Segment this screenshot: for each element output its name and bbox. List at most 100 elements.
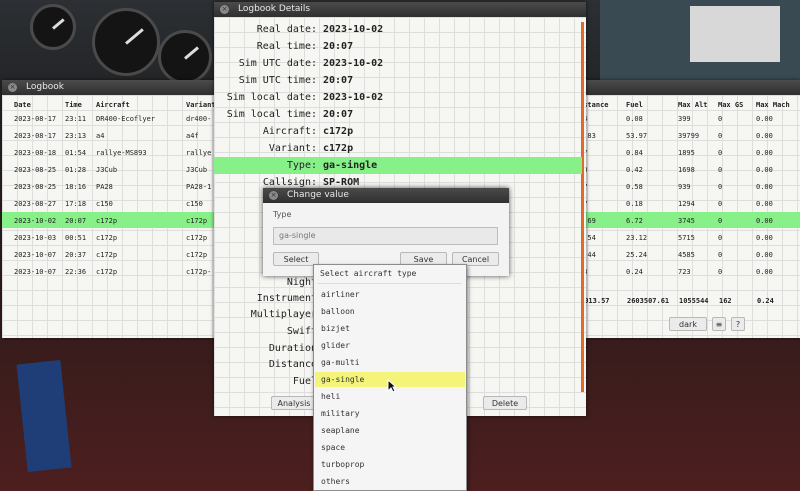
table-cell: 23.12 xyxy=(626,234,648,242)
table-cell: c172p xyxy=(96,217,118,225)
altimeter-gauge-icon xyxy=(92,8,160,76)
menu-item-turboprop[interactable]: turboprop xyxy=(315,457,465,472)
table-cell: 4585 xyxy=(678,251,695,259)
table-cell: 399 xyxy=(678,115,691,123)
table-cell: 2023-08-27 xyxy=(14,200,57,208)
table-cell: 0.00 xyxy=(756,166,773,174)
table-cell: 0 xyxy=(718,132,723,140)
table-cell: 3745 xyxy=(678,217,695,225)
menu-item-balloon[interactable]: balloon xyxy=(315,304,465,319)
menu-divider xyxy=(318,283,462,284)
table-cell: 0.00 xyxy=(756,217,773,225)
column-header: Max Mach xyxy=(756,101,790,109)
table-cell: 6.72 xyxy=(626,217,643,225)
table-cell: 0.00 xyxy=(756,183,773,191)
detail-label: Real time: xyxy=(256,41,317,52)
detail-row: Sim local date: 2023-10-02 xyxy=(214,89,582,106)
totals-cell: 2603507.61 xyxy=(627,297,670,305)
detail-value: c172p xyxy=(323,143,354,154)
detail-label: Instrument xyxy=(256,293,317,304)
table-cell: 939 xyxy=(678,183,691,191)
table-cell: 2023-10-07 xyxy=(14,268,57,276)
column-header: Max GS xyxy=(718,101,744,109)
type-field-label: Type xyxy=(273,210,292,219)
detail-row: Real date: 2023-10-02 xyxy=(214,21,582,38)
column-header: Max Alt xyxy=(678,101,708,109)
detail-row: Variant: c172p xyxy=(214,140,582,157)
detail-row: Sim UTC date: 2023-10-02 xyxy=(214,55,582,72)
table-cell: 0 xyxy=(718,234,723,242)
menu-item-bizjet[interactable]: bizjet xyxy=(315,321,465,336)
table-cell: 2023-08-25 xyxy=(14,166,57,174)
close-icon[interactable]: × xyxy=(8,83,17,92)
table-cell: 0.00 xyxy=(756,234,773,242)
menu-header: Select aircraft type xyxy=(320,269,417,278)
dark-mode-button[interactable]: dark xyxy=(669,317,707,331)
detail-value: 20:07 xyxy=(323,41,354,52)
delete-button[interactable]: Delete xyxy=(483,396,527,410)
list-button[interactable]: ≡ xyxy=(712,317,726,331)
table-cell: 22:36 xyxy=(65,268,87,276)
table-cell: 0.18 xyxy=(626,200,643,208)
table-cell: 39799 xyxy=(678,132,700,140)
clock-gauge-icon xyxy=(30,4,76,50)
detail-row: Aircraft: c172p xyxy=(214,123,582,140)
menu-item-space[interactable]: space xyxy=(315,440,465,455)
menu-item-ga-multi[interactable]: ga-multi xyxy=(315,355,465,370)
detail-value: ga-single xyxy=(323,160,378,171)
table-cell: 1698 xyxy=(678,166,695,174)
detail-label: Type: xyxy=(286,160,317,171)
menu-item-others[interactable]: others xyxy=(315,474,465,489)
column-header: Time xyxy=(65,101,82,109)
table-cell: DR400-Ecoflyer xyxy=(96,115,156,123)
detail-row: Sim UTC time: 20:07 xyxy=(214,72,582,89)
detail-label: Aircraft: xyxy=(262,126,317,137)
table-cell: 0.00 xyxy=(756,200,773,208)
table-cell: c172p xyxy=(96,251,118,259)
table-cell: 1895 xyxy=(678,149,695,157)
table-cell: 0 xyxy=(718,200,723,208)
totals-cell: 162 xyxy=(719,297,732,305)
table-cell: 20:37 xyxy=(65,251,87,259)
logbook-title: Logbook xyxy=(26,82,65,92)
detail-value: 2023-10-02 xyxy=(323,24,384,35)
close-icon[interactable]: × xyxy=(269,191,278,200)
table-cell: 0.00 xyxy=(756,132,773,140)
help-button[interactable]: ? xyxy=(731,317,745,331)
table-cell: 0.58 xyxy=(626,183,643,191)
detail-value: 2023-10-02 xyxy=(323,58,384,69)
details-titlebar[interactable]: × Logbook Details xyxy=(214,2,586,17)
close-icon[interactable]: × xyxy=(220,5,229,14)
totals-cell: 1055544 xyxy=(679,297,709,305)
detail-row[interactable]: Type: ga-single xyxy=(214,157,582,174)
table-cell: 53.97 xyxy=(626,132,648,140)
table-cell: 25.24 xyxy=(626,251,648,259)
detail-label: Sim local date: xyxy=(226,92,317,103)
table-cell: 0.00 xyxy=(756,268,773,276)
table-cell: J3Cub xyxy=(96,166,118,174)
type-input[interactable]: ga-single xyxy=(273,227,498,245)
detail-label: Variant: xyxy=(268,143,317,154)
dialog-titlebar[interactable]: × Change value xyxy=(263,188,509,203)
table-cell: 723 xyxy=(678,268,691,276)
menu-item-military[interactable]: military xyxy=(315,406,465,421)
menu-item-airliner[interactable]: airliner xyxy=(315,287,465,302)
table-cell: 2023-08-17 xyxy=(14,115,57,123)
table-cell: 23:13 xyxy=(65,132,87,140)
table-cell: c172p xyxy=(96,234,118,242)
instrument-gauge-icon xyxy=(158,30,212,84)
analysis-button[interactable]: Analysis xyxy=(271,396,317,410)
table-cell: 0 xyxy=(718,149,723,157)
detail-value: c172p xyxy=(323,126,354,137)
table-cell: 2023-08-25 xyxy=(14,183,57,191)
menu-item-glider[interactable]: glider xyxy=(315,338,465,353)
placard-card xyxy=(690,6,780,62)
dialog-title: Change value xyxy=(287,190,349,200)
table-cell: PA28 xyxy=(96,183,113,191)
table-cell: 18:16 xyxy=(65,183,87,191)
detail-value: 20:07 xyxy=(323,109,354,120)
table-cell: 0 xyxy=(718,183,723,191)
menu-item-seaplane[interactable]: seaplane xyxy=(315,423,465,438)
table-cell: 0 xyxy=(718,251,723,259)
table-cell: c150 xyxy=(96,200,113,208)
